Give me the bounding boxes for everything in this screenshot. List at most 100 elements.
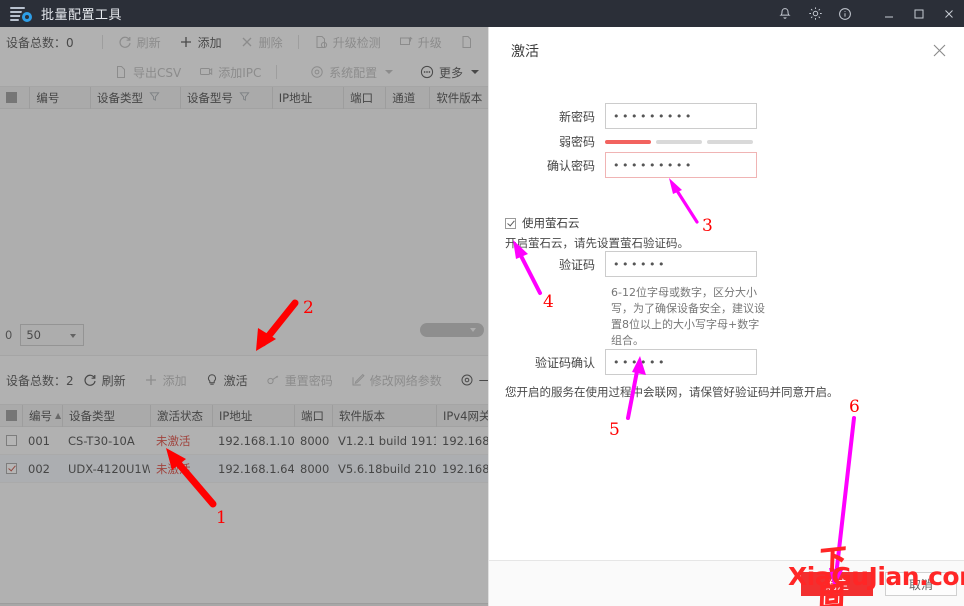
select-all-checkbox-bottom[interactable]	[0, 405, 22, 427]
page-size-value: 50	[26, 328, 41, 342]
col-device-type-bottom[interactable]: 设备类型	[62, 404, 150, 427]
use-cloud-checkbox[interactable]: 使用萤石云	[505, 215, 580, 231]
col-channel-top[interactable]: 通道	[385, 86, 429, 109]
col-port-bottom[interactable]: 端口	[294, 404, 332, 427]
info-icon[interactable]	[830, 0, 860, 27]
upgrade-button[interactable]: 升级	[390, 29, 451, 55]
col-version-bottom[interactable]: 软件版本	[332, 404, 436, 427]
system-config-label: 系统配置	[329, 65, 378, 80]
col-device-model-top[interactable]: 设备型号	[179, 86, 272, 109]
upgrade-check-label: 升级检测	[332, 35, 381, 50]
refresh-icon	[83, 373, 97, 387]
select-all-checkbox-top[interactable]	[0, 87, 29, 109]
title-bar: 批量配置工具	[0, 0, 964, 27]
top-table-header: 编号 设备类型 设备型号 IP地址 端口 通道 软件版本	[0, 86, 488, 109]
col-port-top[interactable]: 端口	[343, 86, 385, 109]
verify-confirm-input[interactable]: ••••••	[605, 349, 757, 375]
col-device-type-top[interactable]: 设备类型	[90, 86, 180, 109]
export-csv-label: 导出CSV	[133, 65, 182, 80]
window-controls	[770, 0, 964, 27]
gear-icon[interactable]	[800, 0, 830, 27]
cell-device-type: UDX-4120U1WA...	[68, 461, 150, 476]
refresh-button-bottom[interactable]: 刷新	[74, 367, 135, 393]
col-ip-bottom[interactable]: IP地址	[212, 404, 294, 427]
add-button-bottom[interactable]: 添加	[135, 367, 196, 393]
annotation-number-1: 1	[216, 508, 227, 528]
delete-button-top[interactable]: 删除	[231, 29, 292, 55]
plus-icon	[144, 373, 158, 387]
top-toolbar: 设备总数：0 刷新 添加 删除 升级检测 升级 导出CSV 添加IPC 系统配置…	[0, 27, 488, 87]
reset-password-icon	[266, 373, 280, 387]
confirm-password-label: 确认密码	[546, 158, 595, 173]
add-ipc-label: 添加IPC	[218, 65, 262, 80]
cancel-button[interactable]: 取消	[885, 572, 957, 596]
verify-code-input[interactable]: ••••••	[605, 251, 757, 277]
cloud-hint-text: 开启萤石云，请先设置萤石验证码。	[505, 236, 689, 250]
close-icon[interactable]	[928, 39, 950, 61]
upgrade-label: 升级	[417, 35, 442, 50]
close-icon[interactable]	[934, 0, 964, 27]
more-button[interactable]: 更多	[411, 59, 488, 85]
add-ipc-button[interactable]: 添加IPC	[190, 59, 270, 85]
table-row[interactable]: 001 CS-T30-10A 未激活 192.168.1.109 8000 V1…	[0, 427, 488, 455]
filter-icon[interactable]	[149, 91, 160, 105]
minimize-icon[interactable]	[874, 0, 904, 27]
chevron-down-icon	[70, 334, 77, 338]
horizontal-scrollbar[interactable]	[420, 323, 484, 337]
system-config-button[interactable]: 系统配置	[301, 59, 402, 85]
chevron-down-icon	[385, 70, 394, 74]
col-no-bottom[interactable]: 编号 ▲	[22, 404, 62, 427]
overflow-button-top[interactable]	[451, 29, 483, 55]
refresh-icon	[118, 35, 132, 49]
strength-segment-2	[656, 139, 702, 144]
bell-icon[interactable]	[770, 0, 800, 27]
dialog-title: 激活	[511, 44, 539, 60]
cell-gateway: 192.168.1.1	[442, 461, 488, 476]
edit-network-button[interactable]: 修改网络参数	[342, 367, 451, 393]
refresh-label-top: 刷新	[136, 35, 161, 50]
page-size-select[interactable]: 50	[20, 324, 85, 346]
confirm-password-input[interactable]: •••••••••	[605, 152, 757, 178]
add-button-top[interactable]: 添加	[170, 29, 231, 55]
maximize-icon[interactable]	[904, 0, 934, 27]
col-gateway[interactable]: IPv4网关	[436, 404, 488, 427]
bottom-table-header: 编号 ▲ 设备类型 激活状态 IP地址 端口 软件版本 IPv4网关	[0, 404, 488, 427]
app-logo-icon	[10, 5, 32, 23]
table-row[interactable]: 002 UDX-4120U1WA... 未激活 192.168.1.64 800…	[0, 455, 488, 483]
col-label: 软件版本	[436, 90, 483, 105]
export-csv-button[interactable]: 导出CSV	[105, 59, 190, 85]
reset-password-button[interactable]: 重置密码	[257, 367, 342, 393]
col-version-top[interactable]: 软件版本	[429, 86, 488, 109]
one-key-icon	[460, 373, 474, 387]
col-label: 设备型号	[186, 90, 233, 105]
activate-button[interactable]: 激活	[196, 367, 257, 393]
more-label: 更多	[438, 65, 463, 80]
cell-version: V5.6.18build 210731	[338, 461, 436, 476]
row-checkbox[interactable]	[0, 455, 22, 483]
refresh-button-top[interactable]: 刷新	[109, 29, 170, 55]
one-key-button[interactable]: 一键	[451, 367, 488, 393]
verify-code-row: 验证码 ••••••	[495, 251, 757, 277]
upgrade-check-button[interactable]: 升级检测	[305, 29, 390, 55]
delete-label-top: 删除	[258, 35, 283, 50]
row-checkbox[interactable]	[0, 427, 22, 455]
ok-button[interactable]: 确定	[801, 572, 873, 596]
cell-no: 002	[28, 461, 50, 476]
use-cloud-label: 使用萤石云	[522, 216, 580, 230]
export-csv-icon	[114, 65, 128, 79]
new-password-input[interactable]: •••••••••	[605, 103, 757, 129]
sort-asc-icon: ▲	[55, 411, 62, 420]
checkbox-icon	[6, 92, 17, 103]
col-label: 激活状态	[157, 408, 203, 423]
confirm-password-row: 确认密码 •••••••••	[495, 152, 757, 178]
verify-code-label: 验证码	[558, 257, 595, 272]
col-no-top[interactable]: 编号	[29, 86, 90, 109]
col-ip-top[interactable]: IP地址	[271, 86, 343, 109]
filter-icon[interactable]	[239, 91, 250, 105]
col-activation-status[interactable]: 激活状态	[150, 404, 212, 427]
annotation-number-3: 3	[702, 216, 713, 236]
cell-port: 8000	[300, 433, 330, 448]
verify-code-help-text: 6-12位字母或数字，区分大小写，为了确保设备安全，建议设置8位以上的大小写字母…	[611, 286, 765, 347]
one-key-label: 一键	[478, 373, 488, 388]
checkbox-icon	[6, 435, 17, 446]
